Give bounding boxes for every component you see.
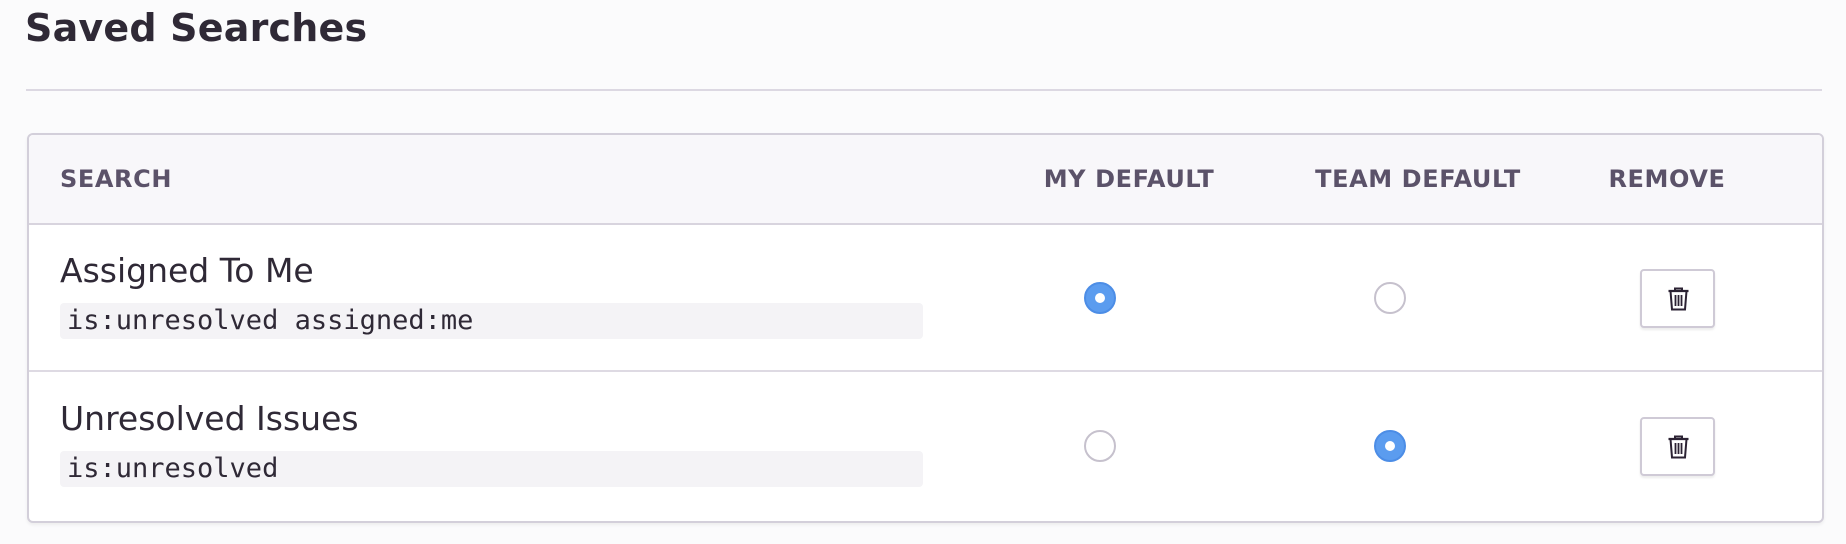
search-name: Assigned To Me (60, 251, 314, 290)
search-query: is:unresolved (60, 451, 923, 487)
page-title: Saved Searches (25, 6, 368, 50)
team-default-radio[interactable] (1374, 430, 1406, 462)
column-header-team-default: TEAM DEFAULT (1315, 165, 1521, 193)
table-row: Unresolved Issues is:unresolved (29, 373, 1822, 520)
my-default-radio[interactable] (1084, 430, 1116, 462)
saved-searches-table: SEARCH MY DEFAULT TEAM DEFAULT REMOVE As… (27, 133, 1824, 523)
column-header-search: SEARCH (60, 165, 173, 193)
saved-searches-page: Saved Searches SEARCH MY DEFAULT TEAM DE… (0, 0, 1846, 544)
table-header: SEARCH MY DEFAULT TEAM DEFAULT REMOVE (29, 135, 1822, 225)
my-default-radio[interactable] (1084, 282, 1116, 314)
title-divider (26, 89, 1822, 91)
trash-icon (1668, 435, 1689, 459)
team-default-radio[interactable] (1374, 282, 1406, 314)
remove-search-button[interactable] (1640, 417, 1715, 476)
remove-search-button[interactable] (1640, 269, 1715, 328)
column-header-remove: REMOVE (1608, 165, 1726, 193)
trash-icon (1668, 287, 1689, 311)
table-row: Assigned To Me is:unresolved assigned:me (29, 225, 1822, 372)
search-name: Unresolved Issues (60, 399, 359, 438)
column-header-my-default: MY DEFAULT (1043, 165, 1215, 193)
search-query: is:unresolved assigned:me (60, 303, 923, 339)
